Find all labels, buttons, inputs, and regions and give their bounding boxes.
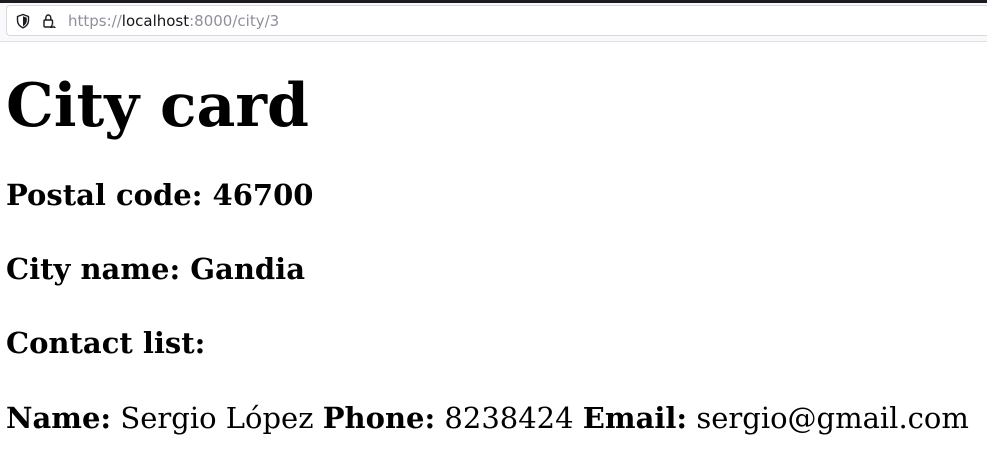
postal-code-value: 46700 [212,178,314,212]
contact-email: sergio@gmail.com [696,401,969,435]
url-path: :8000/city/3 [189,12,280,30]
browser-toolbar: https://localhost:8000/city/3 [0,0,987,42]
url-host: localhost [121,12,190,30]
lock-icon[interactable] [41,13,57,29]
city-name-value: Gandia [190,252,305,286]
contact-phone-label: Phone: [322,401,436,435]
contact-email-label: Email: [582,401,688,435]
address-bar[interactable]: https://localhost:8000/city/3 [6,5,987,36]
contact-item: Name: Sergio López Phone: 8238424 Email:… [6,400,969,436]
postal-code-label: Postal code: [6,178,203,212]
url-text[interactable]: https://localhost:8000/city/3 [68,12,279,30]
url-prefix: https:// [68,12,122,30]
contact-name: Sergio López [120,401,314,435]
contact-phone: 8238424 [444,401,574,435]
city-name-label: City name: [6,252,181,286]
postal-code-heading: Postal code: 46700 [6,177,313,213]
shield-icon[interactable] [15,13,31,29]
city-name-heading: City name: Gandia [6,251,305,287]
contact-name-label: Name: [6,401,112,435]
toolbar-top-border [0,0,987,3]
contact-list-heading: Contact list: [6,326,206,360]
page-title: City card [6,71,309,141]
